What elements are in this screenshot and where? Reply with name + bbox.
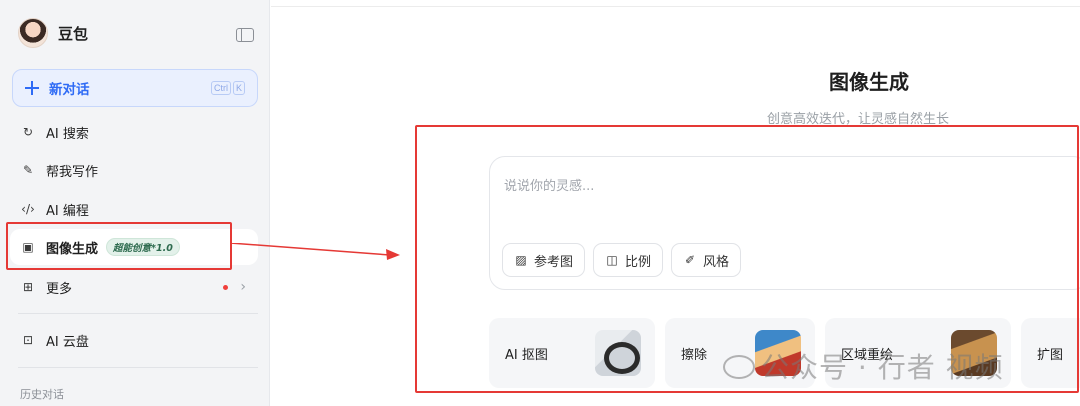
chevron-right-icon: › [240,279,246,295]
cloud-folder-icon: ⊡ [22,333,34,347]
wechat-icon [723,355,755,379]
sidebar-divider [18,367,258,368]
shortcut-key-ctrl: Ctrl [210,81,231,95]
sidebar: 豆包 新对话 Ctrl K ↻ AI 搜索 ✎ 帮我写作 ‹/› AI 编程 ▣… [0,0,270,406]
notification-dot [223,284,228,290]
sidebar-item-ai-search[interactable]: ↻ AI 搜索 [10,114,258,150]
sidebar-item-label: 帮我写作 [46,164,99,180]
app-window: 豆包 新对话 Ctrl K ↻ AI 搜索 ✎ 帮我写作 ‹/› AI 编程 ▣… [0,0,1080,406]
sidebar-item-label: AI 搜索 [46,126,89,142]
plus-icon [25,81,39,95]
shortcut-hint: Ctrl K [210,81,245,95]
page-title: 图像生成 [829,70,909,94]
sidebar-item-label: AI 云盘 [46,334,89,350]
sidebar-item-cloud[interactable]: ⊡ AI 云盘 [10,322,258,358]
sidebar-divider [18,313,258,314]
sidebar-item-label: 更多 [46,281,73,297]
history-section-title: 历史对话 [20,388,64,401]
avatar [18,18,48,48]
brand[interactable]: 豆包 [18,18,88,48]
sidebar-item-writing[interactable]: ✎ 帮我写作 [10,152,258,188]
brand-name: 豆包 [58,24,89,43]
main-content: 图像生成 创意高效迭代，让灵感自然生长 说说你的灵感... ▨ 参考图 ◫ 比例… [271,0,1080,406]
top-divider [271,6,1080,7]
new-chat-button[interactable]: 新对话 Ctrl K [12,69,258,107]
sidebar-collapse-icon[interactable] [236,28,254,42]
sidebar-item-more[interactable]: ⊞ 更多 › [10,269,258,305]
code-icon: ‹/› [21,202,35,216]
sidebar-item-label: AI 编程 [46,203,89,219]
apps-grid-icon: ⊞ [22,280,34,294]
watermark: 公众号 · 行者 视频 [723,346,1004,386]
annotation-box-sidebar [6,222,232,270]
shortcut-key-k: K [232,81,245,95]
watermark-text: 公众号 · 行者 视频 [761,351,1004,384]
pen-icon: ✎ [22,163,34,177]
search-refresh-icon: ↻ [22,125,34,139]
new-chat-label: 新对话 [49,82,90,98]
